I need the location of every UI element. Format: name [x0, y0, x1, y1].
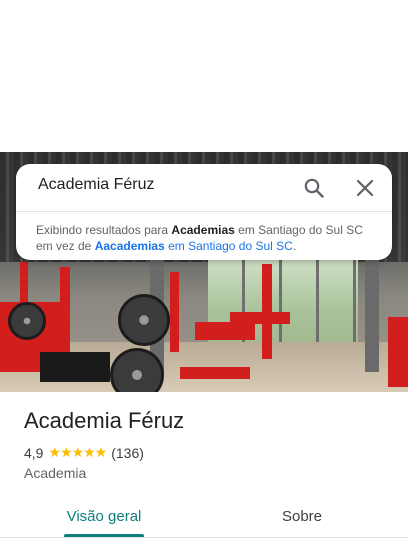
- photo-red-machine: [388, 317, 408, 387]
- rating-row[interactable]: 4,9 ★★★★★ (136): [24, 444, 144, 461]
- tab-overview[interactable]: Visão geral: [44, 496, 164, 536]
- review-count[interactable]: (136): [111, 445, 144, 461]
- photo-red-machine: [195, 322, 255, 340]
- tabs-divider: [0, 537, 408, 538]
- photo-pillar: [365, 252, 379, 372]
- place-tabs: Visão geral Sobre: [0, 496, 408, 544]
- rating-value: 4,9: [24, 444, 44, 461]
- photo-weight-plate: [8, 302, 46, 340]
- search-bar[interactable]: Academia Féruz: [16, 164, 392, 212]
- photo-weight-plate: [118, 294, 170, 346]
- spelling-correction-notice: Exibindo resultados para Academias em Sa…: [36, 222, 380, 254]
- place-category[interactable]: Academia: [24, 465, 86, 481]
- notice-end: .: [292, 239, 297, 253]
- tab-about[interactable]: Sobre: [242, 496, 362, 536]
- photo-red-machine: [230, 312, 290, 324]
- search-original-link[interactable]: Aacademias em Santiago do Sul SC: [95, 239, 293, 253]
- photo-red-machine: [170, 272, 179, 352]
- star-rating-icon: ★★★★★: [48, 444, 107, 460]
- photo-red-machine: [60, 267, 70, 357]
- photo-bench: [40, 352, 110, 382]
- search-input[interactable]: Academia Féruz: [38, 176, 155, 194]
- notice-original-term[interactable]: Aacademias: [95, 239, 165, 253]
- notice-prefix: Exibindo resultados para: [36, 223, 172, 237]
- notice-original-location[interactable]: em Santiago do Sul SC: [165, 239, 293, 253]
- close-icon[interactable]: [353, 176, 377, 200]
- photo-red-machine: [180, 367, 250, 379]
- place-title: Academia Féruz: [24, 408, 185, 433]
- search-card: Academia Féruz Exibindo resultados para …: [16, 164, 392, 260]
- notice-corrected-term: Academias: [171, 223, 235, 237]
- blank-header-area: [0, 0, 408, 152]
- search-icon[interactable]: [302, 176, 326, 200]
